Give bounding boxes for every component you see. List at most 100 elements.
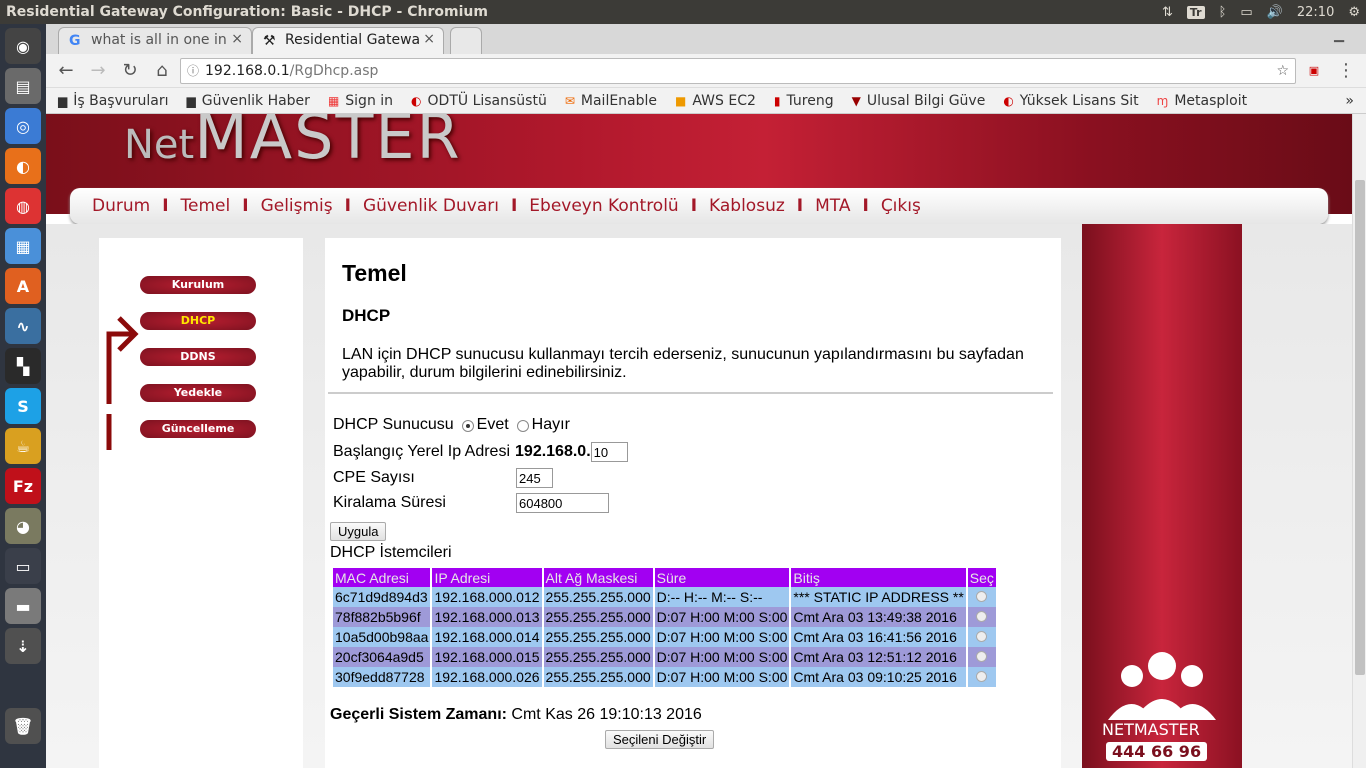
brand-phone: 444 66 96 (1106, 742, 1208, 761)
sidebar-item-dhcp[interactable]: DHCP (140, 312, 256, 330)
nav-ebeveyn-kontrolu[interactable]: Ebeveyn Kontrolü (529, 196, 678, 216)
bookmark-item[interactable]: ▦ Sign in (328, 93, 393, 109)
nav-guvenlik-duvari[interactable]: Güvenlik Duvarı (363, 196, 499, 216)
cpe-count-input[interactable] (516, 468, 553, 488)
ubuntu-top-bar: Residential Gateway Configuration: Basic… (0, 0, 1366, 24)
column-header: IP Adresi (432, 568, 542, 587)
start-ip-input[interactable] (590, 442, 628, 462)
apply-button[interactable]: Uygula (330, 522, 387, 541)
cell-select (967, 627, 996, 647)
table-row: 10a5d00b98aa 192.168.000.014 255.255.255… (333, 627, 996, 647)
bookmark-item[interactable]: ɱ Metasploit (1157, 93, 1247, 109)
cell-expires: Cmt Ara 03 09:10:25 2016 (791, 667, 966, 687)
scrollbar-thumb[interactable] (1355, 180, 1365, 675)
bookmark-item[interactable]: ▆ Güvenlik Haber (187, 93, 310, 109)
nav-kablosuz[interactable]: Kablosuz (709, 196, 785, 216)
tab-google-search[interactable]: G what is all in one in × (58, 27, 252, 54)
bookmark-item[interactable]: ▼ Ulusal Bilgi Güve (852, 93, 986, 109)
nav-durum[interactable]: Durum (92, 196, 150, 216)
workspaces-icon[interactable]: ▚ (5, 348, 41, 384)
menu-icon[interactable]: ⋮ (1332, 57, 1360, 85)
column-header: Seç (967, 568, 996, 587)
select-row-radio[interactable] (976, 611, 988, 622)
page-viewport: NetMASTER Durum I Temel I Gelişmiş I Güvenl… (46, 114, 1366, 768)
nav-cikis[interactable]: Çıkış (881, 196, 921, 216)
cell-duration: D:07 H:00 M:00 S:00 (654, 627, 790, 647)
disk-icon[interactable]: ▬ (5, 588, 41, 624)
sidebar-item-yedekle[interactable]: Yedekle (140, 384, 256, 402)
chrome-icon[interactable]: ◍ (5, 188, 41, 224)
sidebar-item-guncelleme[interactable]: Güncelleme (140, 420, 256, 438)
select-row-radio[interactable] (976, 631, 988, 642)
document-icon[interactable]: ▦ (5, 228, 41, 264)
bookmark-item[interactable]: ■ AWS EC2 (675, 93, 756, 109)
column-header: Süre (654, 568, 790, 587)
field-label: Başlangıç Yerel Ip Adresi (333, 443, 511, 460)
ubuntu-dash-icon[interactable]: ◉ (5, 28, 41, 64)
trash-icon[interactable]: 🗑 (5, 708, 41, 744)
firefox-icon[interactable]: ◐ (5, 148, 41, 184)
cell-mac: 30f9edd87728 (333, 667, 431, 687)
software-center-icon[interactable]: A (5, 268, 41, 304)
battery-icon[interactable]: ▭ (1240, 5, 1252, 20)
volume-icon[interactable]: 🔊 (1267, 5, 1283, 20)
dhcp-yes-radio[interactable] (461, 420, 474, 432)
select-row-radio[interactable] (976, 671, 988, 682)
address-bar[interactable]: ⓘ 192.168.0.1/RgDhcp.asp ☆ (180, 57, 1296, 84)
bookmark-item[interactable]: ◐ Yüksek Lisans Sit (1003, 93, 1138, 109)
dhcp-no-radio[interactable] (516, 420, 529, 432)
clock[interactable]: 22:10 (1297, 5, 1334, 20)
bookmark-item[interactable]: ✉ MailEnable (565, 93, 657, 109)
select-row-radio[interactable] (976, 591, 988, 602)
back-icon[interactable]: ← (52, 57, 80, 85)
url-path: /RgDhcp.asp (289, 62, 379, 79)
gear-icon[interactable]: ⚙ (1348, 5, 1360, 20)
cell-ip: 192.168.000.015 (432, 647, 542, 667)
cell-mac: 20cf3064a9d5 (333, 647, 431, 667)
minimize-icon[interactable]: ▁ (1334, 28, 1344, 43)
cors-extension-icon[interactable]: ▣ (1300, 57, 1328, 85)
bookmark-star-icon[interactable]: ☆ (1276, 63, 1289, 79)
cpe-row: CPE Sayısı (333, 468, 553, 488)
bluetooth-icon[interactable]: ᛒ (1219, 5, 1227, 20)
lease-time-input[interactable] (516, 493, 609, 513)
bookmark-item[interactable]: ▮ Tureng (774, 93, 834, 109)
nav-temel[interactable]: Temel (181, 196, 231, 216)
sidebar-item-ddns[interactable]: DDNS (140, 348, 256, 366)
nav-gelismis[interactable]: Gelişmiş (261, 196, 333, 216)
network-icon[interactable]: ⇅ (1162, 5, 1173, 20)
hand-drawn-arrow (106, 316, 139, 450)
radio-label: Hayır (531, 416, 570, 433)
system-monitor-icon[interactable]: ∿ (5, 308, 41, 344)
gimp-icon[interactable]: ◕ (5, 508, 41, 544)
home-icon[interactable]: ⌂ (148, 57, 176, 85)
table-row: 78f882b5b96f 192.168.000.013 255.255.255… (333, 607, 996, 627)
files-icon[interactable]: ▤ (5, 68, 41, 104)
usb-icon[interactable]: ⇣ (5, 628, 41, 664)
reload-icon[interactable]: ↻ (116, 57, 144, 85)
chromium-icon[interactable]: ◎ (5, 108, 41, 144)
select-row-radio[interactable] (976, 651, 988, 662)
change-selected-button[interactable]: Seçileni Değiştir (605, 730, 715, 749)
info-icon[interactable]: ⓘ (187, 62, 199, 79)
more-bookmarks-icon[interactable]: » (1345, 93, 1354, 109)
cell-select (967, 667, 996, 687)
teapot-icon[interactable]: ☕ (5, 428, 41, 464)
forward-icon[interactable]: → (84, 57, 112, 85)
keyboard-layout-indicator[interactable]: Tr (1186, 5, 1205, 19)
mailenable-icon: ✉ (564, 93, 575, 108)
bookmark-item[interactable]: ◐ ODTÜ Lisansüstü (411, 93, 547, 109)
nav-mta[interactable]: MTA (815, 196, 850, 216)
window-icon[interactable]: ▭ (5, 548, 41, 584)
filezilla-icon[interactable]: Fz (5, 468, 41, 504)
close-icon[interactable]: × (231, 31, 243, 47)
skype-icon[interactable]: S (5, 388, 41, 424)
vertical-scrollbar[interactable] (1352, 114, 1366, 768)
cell-mac: 6c71d9d894d3 (333, 587, 431, 607)
tab-residential-gateway[interactable]: ⚒ Residential Gatewa × (252, 27, 444, 54)
sidebar-item-kurulum[interactable]: Kurulum (140, 276, 256, 294)
close-icon[interactable]: × (423, 31, 435, 47)
bookmark-item[interactable]: ▆ İş Başvuruları (58, 93, 169, 109)
new-tab-button[interactable] (450, 27, 482, 54)
unity-launcher: ◉ ▤ ◎ ◐ ◍ ▦ A ∿ ▚ S ☕ Fz ◕ ▭ ▬ ⇣ 🗑 (0, 24, 46, 768)
